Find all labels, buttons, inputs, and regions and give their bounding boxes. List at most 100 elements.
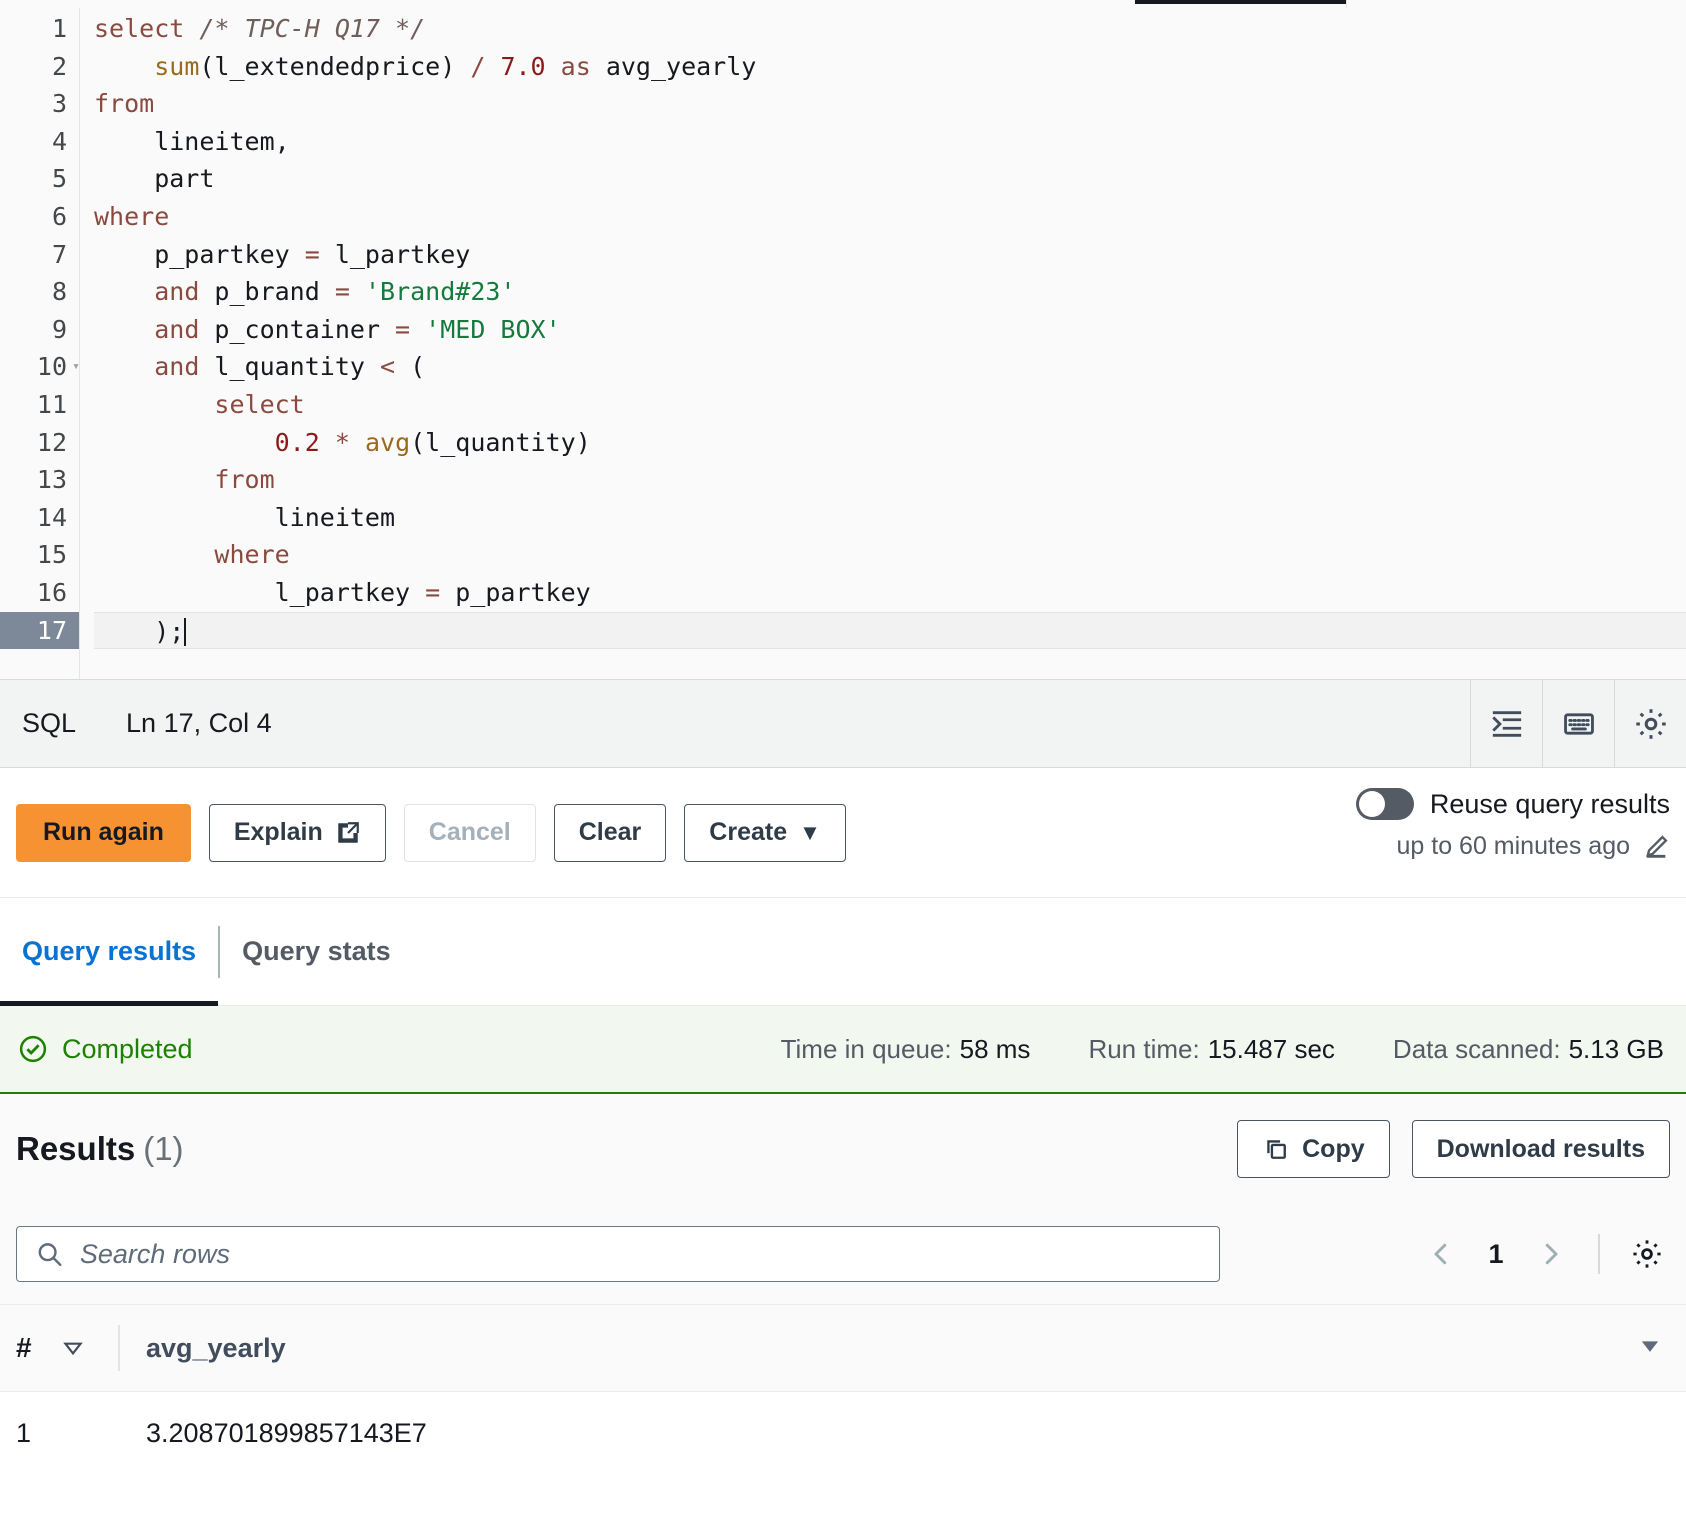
- column-header-index: #: [16, 1332, 32, 1363]
- clear-button[interactable]: Clear: [553, 803, 667, 862]
- results-title-text: Results: [16, 1130, 136, 1167]
- copy-button-label: Copy: [1302, 1134, 1365, 1163]
- pagination-separator: [1598, 1234, 1600, 1274]
- code-line: part: [94, 164, 215, 194]
- search-icon: [38, 1243, 62, 1267]
- line-number: 17: [0, 611, 79, 650]
- editor-line-numbers: 1 2 3 4 5 6 7 8 9 10 ▾ 11 12 13 14 15 16 17: [0, 8, 80, 679]
- toggle-knob: [1358, 791, 1385, 817]
- chevron-right-icon: [1545, 1243, 1558, 1265]
- line-number: 8: [51, 277, 67, 307]
- column-filter-icon[interactable]: [1636, 1332, 1664, 1365]
- reuse-query-results-toggle[interactable]: [1355, 788, 1414, 820]
- line-number: 6: [51, 201, 67, 231]
- code-line: lineitem,: [94, 126, 290, 156]
- gear-icon: [1633, 1240, 1661, 1268]
- editor-status-bar: SQL Ln 17, Col 4: [0, 680, 1686, 768]
- check-circle-icon: [19, 1035, 47, 1063]
- run-again-button[interactable]: Run again: [16, 803, 191, 862]
- query-metrics: Time in queue: 58 ms Run time: 15.487 sec Da…: [781, 1034, 1664, 1065]
- results-title: Results (1): [16, 1130, 184, 1168]
- sql-editor[interactable]: 1 2 3 4 5 6 7 8 9 10 ▾ 11 12 13 14 15 16 17 select /* TPC…: [0, 0, 1686, 680]
- results-tabs: Query results Query stats: [0, 898, 1686, 1006]
- results-count: (1): [143, 1130, 184, 1167]
- tab-query-results-label: Query results: [22, 936, 197, 966]
- metric-label: Time in queue:: [780, 1033, 952, 1064]
- code-line: where: [214, 540, 290, 570]
- next-page-button[interactable]: [1528, 1231, 1574, 1277]
- code-line: and l_quantity < (: [154, 352, 426, 382]
- reuse-query-results-label: Reuse query results: [1429, 788, 1670, 819]
- results-pagination: 1: [1418, 1231, 1670, 1277]
- metric-value: 5.13 GB: [1568, 1033, 1664, 1064]
- table-row[interactable]: 1 3.208701899857143E7: [0, 1392, 1686, 1474]
- code-line: select: [214, 389, 305, 419]
- line-number: 2: [51, 51, 67, 81]
- metric-value: 58 ms: [959, 1033, 1031, 1064]
- line-number: 13: [36, 465, 67, 495]
- cell-index: 1: [16, 1417, 32, 1448]
- results-preferences-gear-icon[interactable]: [1624, 1231, 1670, 1277]
- results-table-header: # avg_yearly: [0, 1304, 1686, 1392]
- tab-query-stats[interactable]: Query stats: [220, 898, 413, 1005]
- keyboard-shortcuts-icon[interactable]: [1542, 680, 1614, 767]
- editor-language-label: SQL: [22, 708, 77, 738]
- sort-descending-icon[interactable]: [60, 1335, 86, 1361]
- explain-button[interactable]: Explain: [208, 803, 386, 862]
- line-number: 10 ▾: [0, 348, 80, 386]
- query-metric: Run time: 15.487 sec: [1088, 1034, 1334, 1065]
- line-number: 12: [36, 427, 67, 457]
- code-line: p_partkey = l_partkey: [94, 239, 471, 269]
- search-rows-input[interactable]: [77, 1237, 1201, 1271]
- editor-code[interactable]: select /* TPC-H Q17 */ sum(l_extendedpri…: [80, 8, 1686, 679]
- external-link-icon: [338, 821, 359, 843]
- chevron-down-icon: ▼: [799, 819, 821, 845]
- query-action-bar: Run again Explain Cancel Clear Create ▼ …: [0, 768, 1686, 898]
- line-number: 11: [36, 389, 67, 419]
- line-number: 9: [51, 314, 67, 344]
- code-line: lineitem: [94, 502, 396, 532]
- copy-icon: [1267, 1140, 1287, 1159]
- query-status-label: Completed: [62, 1033, 193, 1064]
- text-caret: [184, 617, 187, 646]
- query-status-strip: Completed Time in queue: 58 ms Run time: 15…: [0, 1006, 1686, 1094]
- fold-toggle-icon[interactable]: ▾: [72, 348, 80, 386]
- chevron-left-icon: [1434, 1243, 1447, 1265]
- line-number: 7: [51, 239, 67, 269]
- query-metric: Time in queue: 58 ms: [781, 1034, 1031, 1065]
- create-button[interactable]: Create ▼: [684, 803, 846, 862]
- line-number: 5: [51, 164, 67, 194]
- metric-value: 15.487 sec: [1207, 1033, 1335, 1064]
- format-indent-icon[interactable]: [1470, 680, 1542, 767]
- tab-query-results[interactable]: Query results: [0, 898, 219, 1006]
- code-line: sum(l_extendedprice) / 7.0 as avg_yearly: [154, 51, 757, 81]
- code-line: where: [94, 201, 170, 231]
- triangle-down-icon: [1641, 1340, 1659, 1352]
- results-table: # avg_yearly 1 3.208701899857143E7: [0, 1304, 1686, 1474]
- tab-query-stats-label: Query stats: [242, 936, 391, 966]
- results-search-row: 1: [0, 1204, 1686, 1304]
- code-line: );: [94, 611, 1686, 650]
- metric-label: Data scanned:: [1392, 1033, 1561, 1064]
- column-header-avg-yearly[interactable]: avg_yearly: [120, 1333, 286, 1364]
- page-number-1[interactable]: 1: [1474, 1239, 1518, 1270]
- reuse-window-label: up to 60 minutes ago: [1396, 832, 1631, 860]
- code-line: and p_brand = 'Brand#23': [154, 277, 516, 307]
- code-line: from: [214, 465, 275, 495]
- previous-page-button[interactable]: [1418, 1231, 1464, 1277]
- edit-pencil-icon[interactable]: [1642, 833, 1670, 861]
- download-results-button[interactable]: Download results: [1411, 1120, 1670, 1178]
- athena-query-editor-page: 1 2 3 4 5 6 7 8 9 10 ▾ 11 12 13 14 15 16 17 select /* TPC…: [0, 0, 1686, 1538]
- code-line: l_partkey = p_partkey: [94, 577, 591, 607]
- create-button-label: Create: [709, 818, 788, 846]
- line-number: 16: [36, 577, 67, 607]
- code-line: from: [94, 89, 155, 119]
- reuse-query-results-group: Reuse query results up to 60 minutes ago: [1355, 788, 1670, 861]
- results-header: Results (1) Copy Download results: [0, 1094, 1686, 1204]
- query-metric: Data scanned: 5.13 GB: [1393, 1034, 1664, 1065]
- copy-button[interactable]: Copy: [1237, 1120, 1390, 1178]
- editor-settings-gear-icon[interactable]: [1614, 680, 1686, 767]
- line-number: 1: [51, 14, 67, 43]
- metric-label: Run time:: [1088, 1033, 1200, 1064]
- search-rows-box[interactable]: [16, 1226, 1220, 1282]
